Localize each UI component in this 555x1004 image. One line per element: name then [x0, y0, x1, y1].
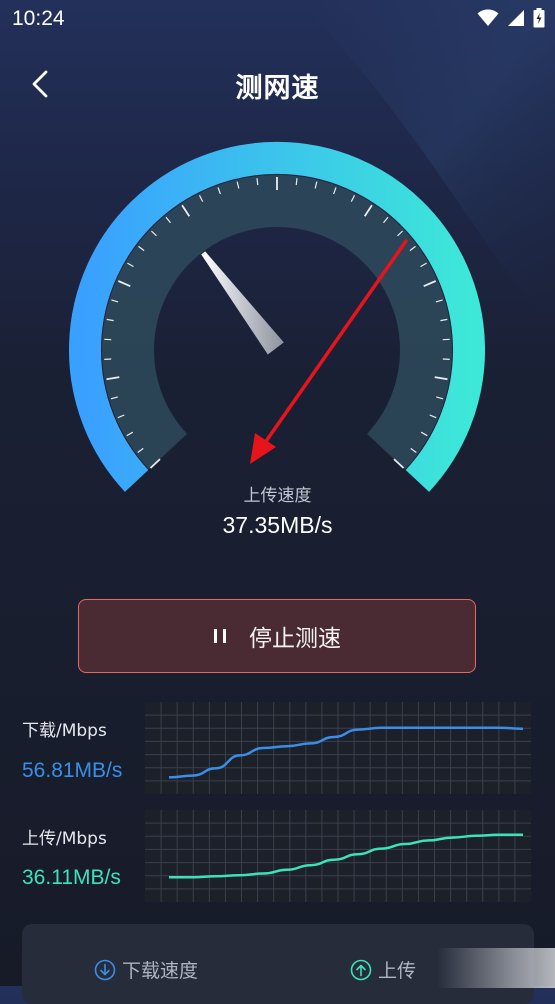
tab-download-speed[interactable]: 下载速度 — [94, 956, 198, 983]
download-circle-icon — [94, 959, 116, 981]
download-metric-label: 下载/Mbps — [22, 716, 107, 741]
upload-metric-value: 36.11MB/s — [22, 866, 121, 890]
download-graph — [145, 702, 531, 794]
upload-graph — [145, 810, 531, 902]
tab-upload-label: 上传 — [378, 956, 416, 983]
tab-upload-speed[interactable]: 上传 — [350, 956, 416, 983]
gauge-label: 上传速度 — [0, 481, 555, 506]
download-metric-value: 56.81MB/s — [22, 759, 122, 783]
annotation-arrow — [0, 0, 555, 560]
upload-metric-label: 上传/Mbps — [22, 824, 107, 849]
gauge-speed-value: 37.35MB/s — [0, 512, 555, 539]
upload-circle-icon — [350, 959, 372, 981]
stop-test-label: 停止测速 — [249, 619, 341, 653]
stop-test-button[interactable]: 停止测速 — [78, 599, 476, 673]
bottom-edge-fade — [437, 948, 555, 988]
pause-icon — [213, 628, 227, 644]
tab-download-label: 下载速度 — [122, 956, 198, 983]
